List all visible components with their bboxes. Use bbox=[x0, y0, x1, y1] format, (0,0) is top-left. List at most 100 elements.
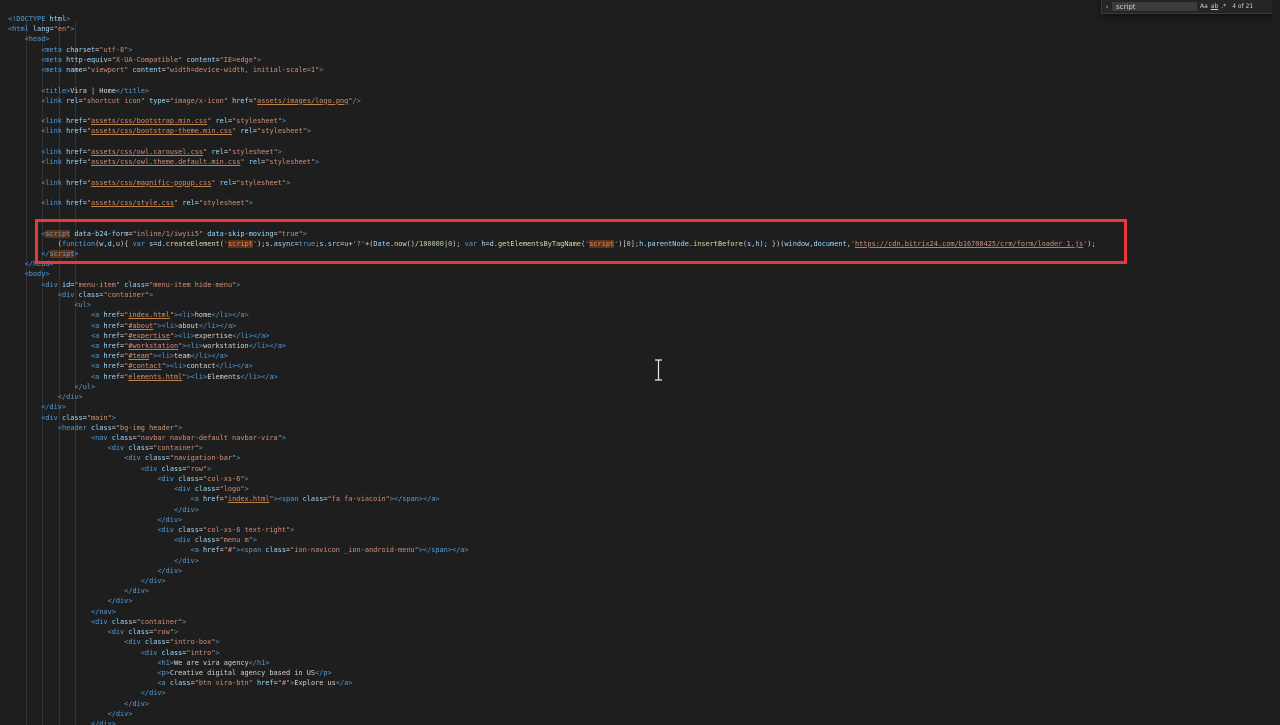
code-line[interactable]: <meta name="viewport" content="width=dev… bbox=[8, 65, 1096, 75]
code-line[interactable]: </div> bbox=[8, 699, 1096, 709]
code-token: ){ bbox=[120, 239, 133, 248]
code-line[interactable]: </div> bbox=[8, 709, 1096, 719]
code-line[interactable]: <link href="assets/css/bootstrap.min.css… bbox=[8, 116, 1096, 126]
code-line[interactable] bbox=[8, 167, 1096, 177]
code-token: <div bbox=[41, 280, 62, 289]
code-line[interactable]: <link rel="shortcut icon" type="image/x-… bbox=[8, 96, 1096, 106]
code-line[interactable]: </div> bbox=[8, 402, 1096, 412]
code-line[interactable]: <link href="assets/css/magnific-popup.cs… bbox=[8, 178, 1096, 188]
code-token: assets/images/logo.png bbox=[257, 96, 349, 105]
code-token: content bbox=[186, 55, 216, 64]
code-line[interactable]: <title>Vira | Home</title> bbox=[8, 86, 1096, 96]
code-line[interactable]: <a href="#team"><li>team</li></a> bbox=[8, 351, 1096, 361]
code-line[interactable]: </nav> bbox=[8, 607, 1096, 617]
code-line[interactable]: <a href="#about"><li>about</li></a> bbox=[8, 321, 1096, 331]
code-line[interactable]: <div class="container"> bbox=[8, 290, 1096, 300]
find-input[interactable] bbox=[1112, 2, 1197, 11]
code-line[interactable]: <div class="row"> bbox=[8, 464, 1096, 474]
match-case-toggle[interactable]: Aa bbox=[1200, 3, 1208, 10]
code-line[interactable]: <div id="menu-item" class="menu-item hid… bbox=[8, 280, 1096, 290]
code-line[interactable]: <div class="container"> bbox=[8, 443, 1096, 453]
code-token: <link bbox=[41, 117, 67, 126]
code-line[interactable]: <div class="col-xs-6"> bbox=[8, 474, 1096, 484]
code-line[interactable]: <link href="assets/css/owl.carousel.css"… bbox=[8, 147, 1096, 157]
code-line[interactable]: <meta http-equiv="X-UA-Compatible" conte… bbox=[8, 55, 1096, 65]
code-token: name bbox=[66, 66, 83, 75]
code-line[interactable]: <a href="#contact"><li>contact</li></a> bbox=[8, 361, 1096, 371]
code-token: <a bbox=[90, 342, 104, 350]
find-widget[interactable]: › Aa ab .* 4 of 21 bbox=[1101, 0, 1275, 14]
code-line[interactable]: <a href="#"><span class="ion-navicon _io… bbox=[8, 545, 1096, 555]
code-line[interactable]: <a href="#workstation"><li>workstation</… bbox=[8, 341, 1096, 351]
chevron-right-icon[interactable]: › bbox=[1102, 3, 1112, 11]
code-token: > bbox=[302, 229, 307, 238]
code-line[interactable]: <!DOCTYPE html> bbox=[8, 14, 1096, 24]
code-line[interactable]: <link href="assets/css/owl.theme.default… bbox=[8, 157, 1096, 167]
code-line[interactable]: (function(w,d,u){ var s=d.createElement(… bbox=[8, 239, 1096, 249]
code-token: #expertise bbox=[128, 331, 170, 340]
code-line[interactable]: <a href="index.html"><li>home</li></a> bbox=[8, 310, 1096, 320]
code-line[interactable]: </ul> bbox=[8, 382, 1096, 392]
code-line[interactable] bbox=[8, 137, 1096, 147]
code-line[interactable]: <div class="row"> bbox=[8, 627, 1096, 637]
code-line[interactable]: <div class="menu m"> bbox=[8, 535, 1096, 545]
code-line[interactable]: </div> bbox=[8, 515, 1096, 525]
code-token: > bbox=[215, 638, 220, 647]
code-line[interactable]: <div class="intro-box"> bbox=[8, 637, 1096, 647]
code-line[interactable] bbox=[8, 208, 1096, 218]
code-line[interactable]: </div> bbox=[8, 505, 1096, 515]
code-line[interactable]: </head> bbox=[8, 259, 1096, 269]
code-line[interactable]: <p>Creative digital agency based in US</… bbox=[8, 668, 1096, 678]
code-line[interactable]: </div> bbox=[8, 586, 1096, 596]
code-line[interactable]: <ul> bbox=[8, 300, 1096, 310]
code-line[interactable]: </script> bbox=[8, 249, 1096, 259]
code-line[interactable]: </div> bbox=[8, 596, 1096, 606]
code-line[interactable]: </div> bbox=[8, 688, 1096, 698]
code-line[interactable]: <meta charset="utf-8"> bbox=[8, 45, 1096, 55]
code-line[interactable]: <div class="logo"> bbox=[8, 484, 1096, 494]
code-line[interactable]: </div> bbox=[8, 576, 1096, 586]
code-line[interactable]: <div class="intro"> bbox=[8, 648, 1096, 658]
code-line[interactable]: <div class="col-xs-6 text-right"> bbox=[8, 525, 1096, 535]
code-token: <div bbox=[124, 454, 145, 463]
code-line[interactable]: <html lang="en"> bbox=[8, 24, 1096, 34]
code-line[interactable]: <h1>We are vira agency</h1> bbox=[8, 658, 1096, 668]
regex-toggle[interactable]: .* bbox=[1221, 3, 1226, 10]
code-line[interactable]: <script data-b24-form="inline/1/iwyii5" … bbox=[8, 229, 1096, 239]
code-line[interactable]: </div> bbox=[8, 392, 1096, 402]
code-editor[interactable]: <!DOCTYPE html> <html lang="en"> <head> <… bbox=[0, 0, 1280, 725]
code-token: </ bbox=[41, 250, 50, 259]
code-line[interactable]: <div class="main"> bbox=[8, 413, 1096, 423]
code-line[interactable]: <nav class="navbar navbar-default navbar… bbox=[8, 433, 1096, 443]
code-line[interactable]: <head> bbox=[8, 34, 1096, 44]
code-line[interactable] bbox=[8, 218, 1096, 228]
code-line[interactable]: <link href="assets/css/style.css" rel="s… bbox=[8, 198, 1096, 208]
code-line[interactable]: </div> bbox=[8, 566, 1096, 576]
code-line[interactable]: <a href="#expertise"><li>expertise</li><… bbox=[8, 331, 1096, 341]
code-line[interactable] bbox=[8, 188, 1096, 198]
vertical-scrollbar[interactable] bbox=[1272, 0, 1280, 725]
code-line[interactable]: <link href="assets/css/bootstrap-theme.m… bbox=[8, 126, 1096, 136]
code-token: ></span></a> bbox=[418, 546, 469, 555]
code-token: class bbox=[144, 638, 166, 647]
code-line[interactable]: <div class="container"> bbox=[8, 617, 1096, 627]
code-line[interactable]: <body> bbox=[8, 269, 1096, 279]
code-line[interactable]: </div> bbox=[8, 556, 1096, 566]
code-lines[interactable]: <!DOCTYPE html> <html lang="en"> <head> <… bbox=[8, 14, 1096, 725]
code-line[interactable] bbox=[8, 106, 1096, 116]
whole-word-toggle[interactable]: ab bbox=[1211, 3, 1219, 10]
code-line[interactable]: <a class="btn vira-btn" href="#">Explore… bbox=[8, 678, 1096, 688]
code-token: <div bbox=[57, 290, 79, 299]
code-token: > bbox=[236, 280, 241, 289]
code-line[interactable]: <header class="bg-img header"> bbox=[8, 423, 1096, 433]
code-line[interactable]: <a href="index.html"><span class="fa fa-… bbox=[8, 494, 1096, 504]
code-line[interactable]: <a href="elements.html"><li>Elements</li… bbox=[8, 372, 1096, 382]
code-line[interactable]: </div> bbox=[8, 719, 1096, 725]
code-line[interactable] bbox=[8, 75, 1096, 85]
code-token: </ul> bbox=[74, 382, 96, 391]
code-line[interactable]: <div class="navigation-bar"> bbox=[8, 453, 1096, 463]
code-token: ); bbox=[1087, 239, 1096, 248]
